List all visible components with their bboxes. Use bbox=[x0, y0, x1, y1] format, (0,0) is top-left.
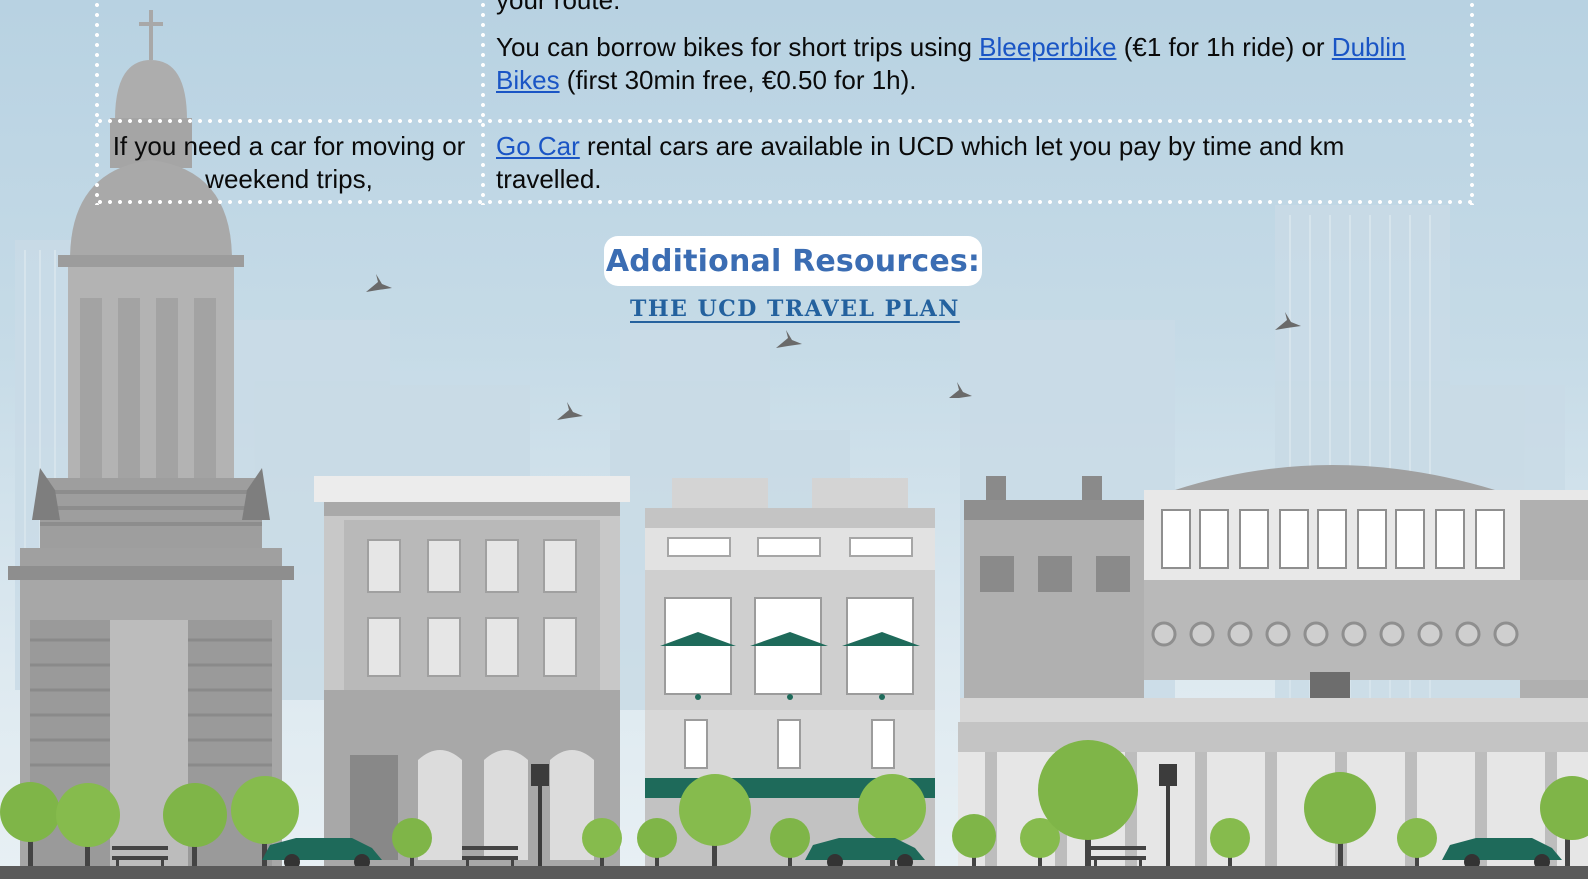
car-question-cell: If you need a car for moving or weekend … bbox=[112, 131, 466, 194]
page-content: your route. You can borrow bikes for sho… bbox=[0, 0, 1588, 879]
bike-info-paragraph: You can borrow bikes for short trips usi… bbox=[496, 31, 1456, 97]
table-border-bottom bbox=[95, 200, 1474, 204]
table-border-middle bbox=[481, 0, 485, 205]
car-info-cell: Go Car rental cars are available in UCD … bbox=[496, 130, 1456, 196]
table-border-row-divider bbox=[95, 119, 1474, 123]
route-text-partial: your route. bbox=[496, 0, 621, 15]
bleeperbike-link[interactable]: Bleeperbike bbox=[979, 32, 1116, 62]
ucd-travel-plan-link[interactable]: THE UCD TRAVEL PLAN bbox=[630, 296, 958, 322]
bike-info-suffix: (first 30min free, €0.50 for 1h). bbox=[559, 65, 917, 95]
bike-info-mid: (€1 for 1h ride) or bbox=[1116, 32, 1332, 62]
bike-info-prefix: You can borrow bikes for short trips usi… bbox=[496, 32, 980, 62]
table-border-right bbox=[1470, 0, 1474, 205]
additional-resources-badge: Additional Resources: bbox=[604, 236, 982, 286]
go-car-link[interactable]: Go Car bbox=[496, 131, 580, 161]
table-border-left bbox=[95, 0, 99, 205]
additional-resources-title: Additional Resources: bbox=[605, 243, 981, 279]
car-info-suffix: rental cars are available in UCD which l… bbox=[496, 131, 1345, 194]
bike-info-cell: your route. You can borrow bikes for sho… bbox=[496, 0, 1456, 97]
